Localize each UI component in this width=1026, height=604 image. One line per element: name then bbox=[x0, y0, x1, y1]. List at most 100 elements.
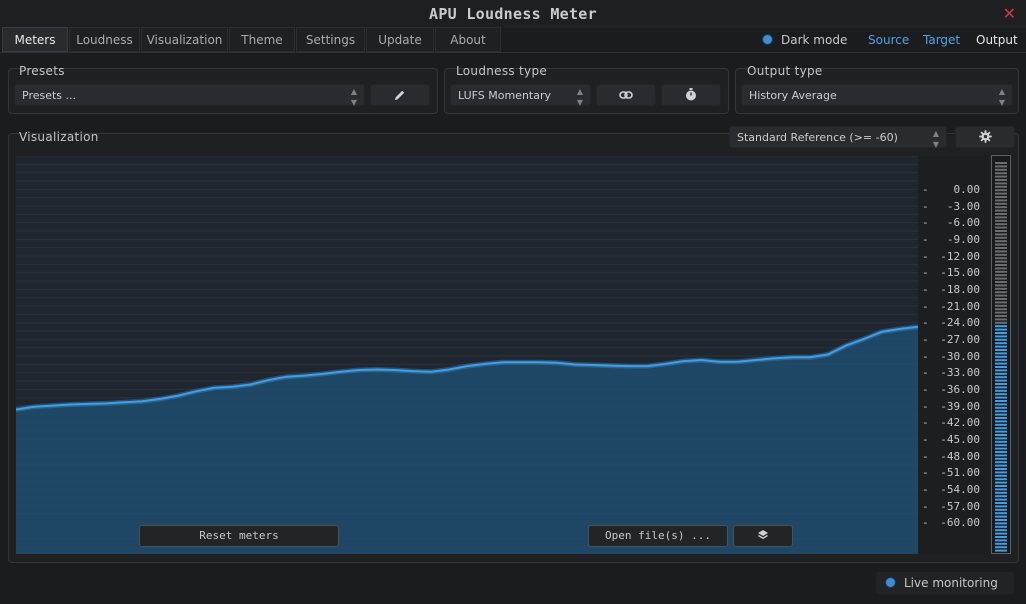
tab-settings[interactable]: Settings bbox=[296, 27, 365, 52]
live-monitoring-label: Live monitoring bbox=[904, 576, 998, 590]
meter-segment bbox=[995, 304, 1007, 307]
tab-about[interactable]: About bbox=[435, 27, 501, 52]
meter-segment bbox=[995, 260, 1007, 263]
meter-segment bbox=[995, 444, 1007, 447]
target-toggle[interactable]: Target bbox=[923, 33, 960, 47]
meter-segment bbox=[995, 223, 1007, 226]
tick-label: -33.00 bbox=[940, 366, 980, 380]
visualization-label: Visualization bbox=[19, 130, 99, 144]
meter-segment bbox=[995, 491, 1007, 494]
meter-segment bbox=[995, 525, 1007, 528]
meter-segment bbox=[995, 209, 1007, 212]
meter-segment bbox=[995, 185, 1007, 188]
meter-segment bbox=[995, 376, 1007, 379]
meter-segment bbox=[995, 213, 1007, 215]
tick-label: -24.00 bbox=[940, 316, 980, 330]
dark-mode-toggle[interactable]: Dark mode bbox=[762, 33, 847, 47]
meter-segment bbox=[995, 315, 1007, 317]
tab-loudness[interactable]: Loudness bbox=[69, 27, 140, 52]
reference-select[interactable]: Standard Reference (>= -60) ▲ ▼ bbox=[729, 126, 947, 149]
tick-dash: - bbox=[922, 233, 929, 246]
meter-segment bbox=[995, 396, 1007, 399]
meter-segment bbox=[995, 298, 1007, 300]
radio-dot-icon bbox=[885, 577, 896, 588]
pencil-icon bbox=[395, 90, 405, 100]
meter-segment bbox=[995, 216, 1007, 219]
title-bar: APU Loudness Meter ✕ bbox=[0, 0, 1026, 28]
tick-label: -57.00 bbox=[940, 499, 980, 513]
close-icon[interactable]: ✕ bbox=[1003, 4, 1016, 23]
meter-segment bbox=[995, 420, 1007, 423]
meter-segment bbox=[995, 488, 1007, 491]
output-toggle[interactable]: Output bbox=[976, 33, 1018, 47]
tick-dash: - bbox=[922, 266, 929, 280]
meter-segment bbox=[995, 481, 1007, 484]
meter-segment bbox=[995, 542, 1007, 545]
meter-segment bbox=[995, 345, 1007, 348]
meter-segment bbox=[995, 403, 1007, 406]
meter-segment bbox=[995, 468, 1007, 470]
tick-label: -18.00 bbox=[940, 283, 980, 297]
tick-label: -48.00 bbox=[940, 449, 980, 463]
history-area bbox=[16, 326, 918, 554]
live-monitoring-toggle[interactable]: Live monitoring bbox=[876, 572, 1014, 594]
tick-label: -12.00 bbox=[940, 249, 980, 263]
meter-segment bbox=[995, 270, 1007, 273]
meter-segment bbox=[995, 379, 1007, 382]
gear-icon bbox=[978, 130, 992, 143]
meter-segment bbox=[995, 447, 1007, 450]
tab-meters[interactable]: Meters bbox=[2, 27, 68, 52]
tick-dash: - bbox=[922, 249, 929, 263]
tab-theme[interactable]: Theme bbox=[229, 27, 295, 52]
output-type-value: History Average bbox=[749, 89, 837, 102]
loudness-type-label: Loudness type bbox=[456, 64, 548, 78]
meter-segment bbox=[995, 413, 1007, 416]
open-files-button[interactable]: Open file(s) ... bbox=[588, 525, 728, 547]
layers-icon bbox=[758, 530, 768, 540]
meter-segment bbox=[995, 355, 1007, 358]
meter-segment bbox=[995, 192, 1007, 195]
tick-dash: - bbox=[922, 416, 929, 430]
tab-visualization[interactable]: Visualization bbox=[141, 27, 228, 52]
meter-segment bbox=[995, 505, 1007, 508]
meter-segment bbox=[995, 328, 1007, 331]
meter-segment bbox=[995, 478, 1007, 481]
tick-label: -15.00 bbox=[940, 266, 980, 280]
meter-segment bbox=[995, 332, 1007, 334]
loudness-type-select[interactable]: LUFS Momentary ▲ ▼ bbox=[450, 84, 591, 107]
meter-segment bbox=[995, 321, 1007, 324]
tick-label: 0.00 bbox=[953, 183, 981, 196]
meter-segment bbox=[995, 502, 1007, 504]
meter-segment bbox=[995, 301, 1007, 304]
meter-segment bbox=[995, 389, 1007, 392]
tick-label: -42.00 bbox=[940, 416, 980, 430]
meter-segment bbox=[995, 250, 1007, 253]
meter-segment bbox=[995, 175, 1007, 178]
meter-segment bbox=[995, 400, 1007, 402]
meter-segment bbox=[995, 172, 1007, 175]
output-type-select[interactable]: History Average ▲ ▼ bbox=[741, 84, 1013, 107]
meter-segment bbox=[995, 202, 1007, 205]
meter-segment bbox=[995, 512, 1007, 515]
meter-segment bbox=[995, 287, 1007, 290]
meter-segment bbox=[995, 372, 1007, 375]
link-button[interactable] bbox=[596, 84, 656, 106]
tick-dash: - bbox=[922, 333, 929, 347]
edit-preset-button[interactable] bbox=[370, 84, 430, 106]
meter-segment bbox=[995, 495, 1007, 498]
presets-select[interactable]: Presets ... ▲ ▼ bbox=[14, 84, 365, 107]
layers-button[interactable] bbox=[733, 525, 793, 547]
meter-segment bbox=[995, 182, 1007, 185]
meter-segment bbox=[995, 549, 1007, 552]
meter-segment bbox=[995, 206, 1007, 209]
source-toggle[interactable]: Source bbox=[868, 33, 909, 47]
tab-update[interactable]: Update bbox=[366, 27, 434, 52]
meter-segment bbox=[995, 267, 1007, 270]
tick-dash: - bbox=[922, 433, 929, 447]
visualization-settings-button[interactable] bbox=[955, 126, 1015, 148]
meter-segment bbox=[995, 294, 1007, 297]
timer-button[interactable] bbox=[661, 84, 721, 106]
meter-segment bbox=[995, 284, 1007, 287]
meter-segment bbox=[995, 311, 1007, 314]
reset-meters-button[interactable]: Reset meters bbox=[139, 525, 339, 547]
